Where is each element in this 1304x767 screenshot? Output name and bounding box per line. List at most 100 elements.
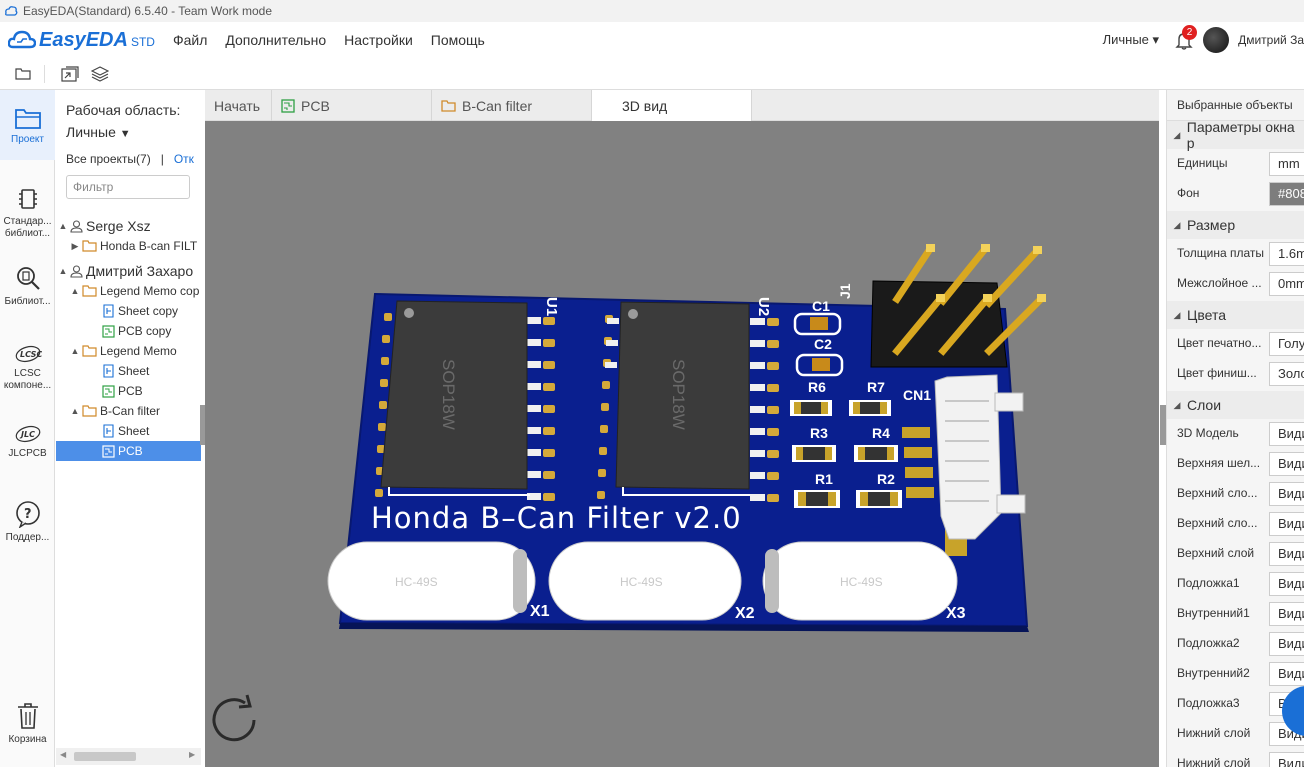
tab-3d-view[interactable]: 3D вид bbox=[592, 90, 752, 121]
open-folder-button[interactable] bbox=[12, 63, 34, 85]
menu-help[interactable]: Помощь bbox=[431, 32, 485, 48]
property-value-field[interactable]: Види bbox=[1269, 752, 1304, 767]
tree-item-sheet[interactable]: Sheet bbox=[56, 361, 201, 381]
filter-input[interactable] bbox=[66, 175, 190, 199]
help-bubble-icon: ? bbox=[15, 501, 40, 528]
easyeda-logo[interactable]: EasyEDA STD bbox=[8, 29, 155, 52]
tree-item-sheet[interactable]: Sheet bbox=[56, 421, 201, 441]
layers-button[interactable] bbox=[89, 63, 111, 85]
menu-file[interactable]: Файл bbox=[173, 32, 207, 48]
property-value-field[interactable]: Види bbox=[1269, 542, 1304, 566]
lcsc-logo-icon: LCSC bbox=[15, 345, 42, 363]
properties-section[interactable]: ◢ Слои bbox=[1167, 391, 1304, 419]
tab-bar: Начать PCB B-Can filter 3D вид bbox=[205, 90, 1159, 121]
tree-item-pcb[interactable]: PCB copy bbox=[56, 321, 201, 341]
folder-icon bbox=[15, 67, 31, 80]
scroll-left-icon[interactable]: ◀ bbox=[60, 750, 66, 759]
property-value-field[interactable]: Види bbox=[1269, 452, 1304, 476]
tree-item-pcb[interactable]: PCB bbox=[56, 441, 201, 461]
property-value-field[interactable]: Види bbox=[1269, 422, 1304, 446]
expand-toggle-icon[interactable]: ▲ bbox=[70, 286, 80, 296]
tree-item-pcb[interactable]: PCB bbox=[56, 381, 201, 401]
u1-pins bbox=[527, 317, 541, 500]
notification-bell[interactable]: 2 bbox=[1173, 25, 1198, 51]
property-label: 3D Модель bbox=[1177, 426, 1239, 440]
all-projects-link[interactable]: Все проекты(7) bbox=[66, 152, 151, 166]
section-title: Размер bbox=[1187, 217, 1236, 233]
rail-trash[interactable]: Корзина bbox=[0, 702, 55, 746]
tree-item-folder[interactable]: ▲ B-Can filter bbox=[56, 401, 201, 421]
workspace-dropdown[interactable]: Личные ▼ bbox=[66, 124, 131, 140]
tree-item-user[interactable]: ▲ Serge Xsz bbox=[56, 214, 201, 238]
scrollbar-thumb[interactable] bbox=[74, 752, 136, 761]
property-value-field[interactable]: #8080 bbox=[1269, 182, 1304, 206]
c2-ref-label: C2 bbox=[814, 336, 832, 352]
property-value-field[interactable]: Види bbox=[1269, 602, 1304, 626]
board-title: Honda B–Can Filter v2.0 bbox=[371, 501, 742, 535]
property-value-field[interactable]: Золо bbox=[1269, 362, 1304, 386]
r3-ref-label: R3 bbox=[810, 425, 828, 441]
tree-item-sheet[interactable]: Sheet copy bbox=[56, 301, 201, 321]
3d-viewport[interactable]: SOP18W U1 SOP18W U2 J1 C1 C2 R6 R7 R3 R4… bbox=[205, 121, 1159, 767]
folder-icon bbox=[82, 240, 97, 252]
rail-std-library[interactable]: Стандар... библиот... bbox=[0, 186, 55, 240]
expand-toggle-icon[interactable]: ▶ bbox=[70, 241, 80, 252]
menu-settings[interactable]: Настройки bbox=[344, 32, 413, 48]
import-button[interactable] bbox=[59, 63, 81, 85]
tab-start[interactable]: Начать bbox=[205, 90, 272, 121]
c2-capacitor bbox=[812, 358, 830, 371]
pcb-icon bbox=[281, 98, 295, 113]
expand-toggle-icon[interactable]: ▲ bbox=[58, 221, 68, 231]
scroll-right-icon[interactable]: ▶ bbox=[189, 750, 195, 759]
property-value-field[interactable]: mm bbox=[1269, 152, 1304, 176]
expand-toggle-icon[interactable]: ▲ bbox=[70, 346, 80, 356]
property-row: Единицы mm bbox=[1167, 149, 1304, 179]
u1-ref-label: U1 bbox=[543, 297, 560, 316]
expand-toggle-icon[interactable]: ▲ bbox=[58, 266, 68, 276]
property-value-field[interactable]: Види bbox=[1269, 572, 1304, 596]
property-value-field[interactable]: Види bbox=[1269, 482, 1304, 506]
collapse-triangle-icon[interactable]: ◢ bbox=[1167, 220, 1187, 231]
tree-item-folder[interactable]: ▶ Honda B-can FILT bbox=[56, 236, 201, 256]
properties-section[interactable]: ◢ Параметры окна р bbox=[1167, 119, 1304, 151]
property-value-field[interactable]: Види bbox=[1269, 512, 1304, 536]
workspace-selector[interactable]: Личные ▾ bbox=[1103, 32, 1159, 48]
tree-item-label: Sheet copy bbox=[118, 304, 179, 318]
property-value-field[interactable]: Види bbox=[1269, 632, 1304, 656]
property-value-field[interactable]: Голу bbox=[1269, 332, 1304, 356]
logo-suffix: STD bbox=[130, 35, 155, 49]
folder-icon bbox=[82, 405, 97, 417]
rail-lcsc[interactable]: LCSC LCSC компоне... bbox=[0, 344, 55, 392]
open-link[interactable]: Отк bbox=[174, 152, 194, 166]
avatar[interactable] bbox=[1203, 27, 1230, 53]
property-value-field[interactable]: 0mm bbox=[1269, 272, 1304, 296]
collapse-triangle-icon[interactable]: ◢ bbox=[1167, 400, 1187, 411]
expand-toggle-icon[interactable]: ▲ bbox=[70, 406, 80, 416]
rail-library-label: Библиот... bbox=[4, 296, 51, 307]
properties-section[interactable]: ◢ Размер bbox=[1167, 211, 1304, 239]
tree-item-folder[interactable]: ▲ Legend Memo bbox=[56, 341, 201, 361]
property-value-field[interactable]: Види bbox=[1269, 662, 1304, 686]
workspace-selector-label: Личные bbox=[1102, 32, 1149, 47]
projects-summary: Все проекты(7) | Отк bbox=[66, 152, 194, 166]
rail-project[interactable]: Проект bbox=[0, 90, 55, 160]
rail-library[interactable]: Библиот... bbox=[0, 264, 55, 308]
tab-project-label: B-Can filter bbox=[462, 97, 533, 114]
user-name[interactable]: Дмитрий За bbox=[1238, 33, 1304, 47]
properties-section[interactable]: ◢ Цвета bbox=[1167, 301, 1304, 329]
rail-support[interactable]: ? Поддер... bbox=[0, 500, 55, 544]
collapse-triangle-icon[interactable]: ◢ bbox=[1167, 310, 1187, 321]
tab-pcb[interactable]: PCB bbox=[272, 90, 432, 121]
tree-item-user[interactable]: ▲ Дмитрий Захаро bbox=[56, 259, 201, 283]
horizontal-scrollbar[interactable]: ◀ ▶ bbox=[56, 748, 201, 765]
tree-item-folder[interactable]: ▲ Legend Memo cop bbox=[56, 281, 201, 301]
rail-jlcpcb[interactable]: JLC JLCPCB bbox=[0, 424, 55, 460]
property-row: Цвет финиш... Золо bbox=[1167, 359, 1304, 389]
property-row: Верхняя шел... Види bbox=[1167, 449, 1304, 479]
rotate-view-icon[interactable] bbox=[212, 694, 256, 742]
property-value-field[interactable]: 1.6mm bbox=[1269, 242, 1304, 266]
menu-advanced[interactable]: Дополнительно bbox=[225, 32, 326, 48]
tab-project[interactable]: B-Can filter bbox=[432, 90, 592, 121]
left-rail: Проект Стандар... библиот... Библиот... … bbox=[0, 90, 55, 767]
collapse-triangle-icon[interactable]: ◢ bbox=[1167, 130, 1187, 141]
